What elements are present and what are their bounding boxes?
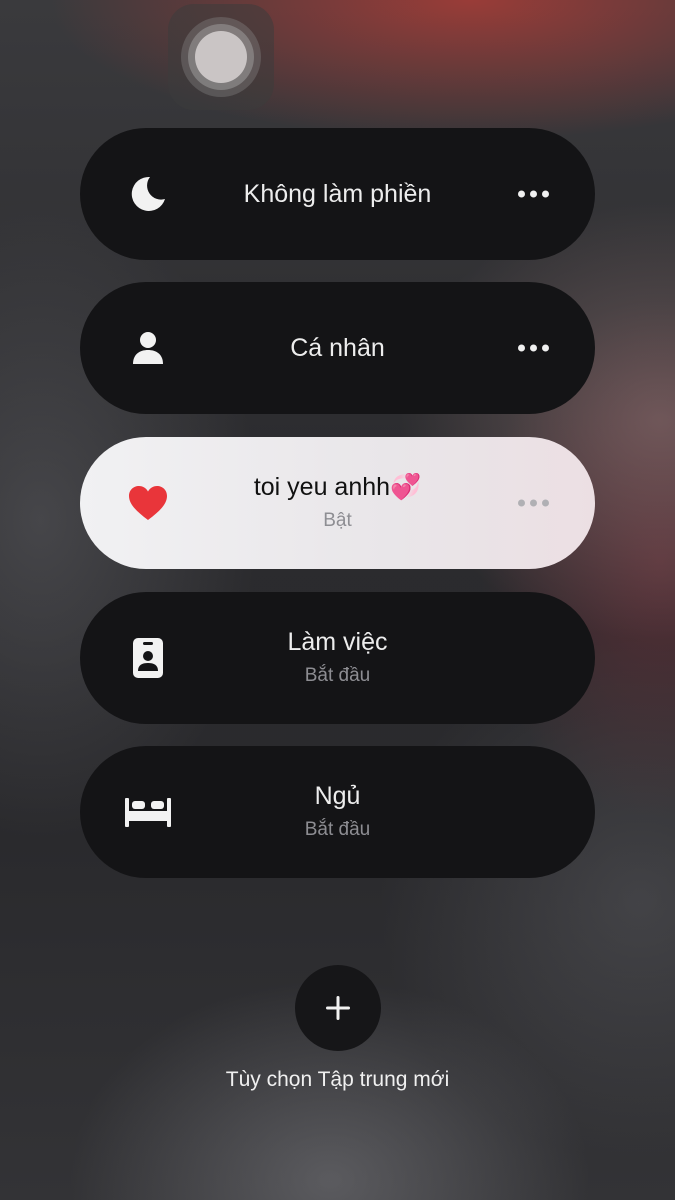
focus-work[interactable]: Làm việc Bắt đầu: [80, 592, 595, 724]
focus-title: toi yeu anhh💞: [253, 473, 422, 501]
moon-icon: [120, 128, 176, 260]
focus-custom-active[interactable]: toi yeu anhh💞 Bật: [80, 437, 595, 569]
focus-status: Bắt đầu: [304, 819, 371, 840]
ellipsis-icon[interactable]: [518, 344, 549, 352]
assistive-touch-icon: [181, 17, 261, 97]
ellipsis-icon[interactable]: [518, 499, 549, 507]
focus-title: Ngủ: [314, 782, 361, 810]
focus-title: Cá nhân: [290, 334, 385, 362]
focus-personal[interactable]: Cá nhân: [80, 282, 595, 414]
plus-icon: [326, 996, 350, 1020]
assistive-touch-button[interactable]: [168, 4, 274, 110]
focus-status: Bắt đầu: [304, 665, 371, 686]
ellipsis-icon[interactable]: [518, 190, 549, 198]
add-focus-label[interactable]: Tùy chọn Tập trung mới: [0, 1066, 675, 1094]
focus-sleep[interactable]: Ngủ Bắt đầu: [80, 746, 595, 878]
heart-icon: [120, 437, 176, 569]
id-badge-icon: [120, 592, 176, 724]
focus-do-not-disturb[interactable]: Không làm phiền: [80, 128, 595, 260]
focus-title: Không làm phiền: [243, 180, 432, 208]
focus-status: Bật: [323, 510, 352, 531]
person-icon: [120, 282, 176, 414]
add-focus-button[interactable]: [295, 965, 381, 1051]
bed-icon: [120, 746, 176, 878]
focus-title: Làm việc: [287, 628, 388, 656]
